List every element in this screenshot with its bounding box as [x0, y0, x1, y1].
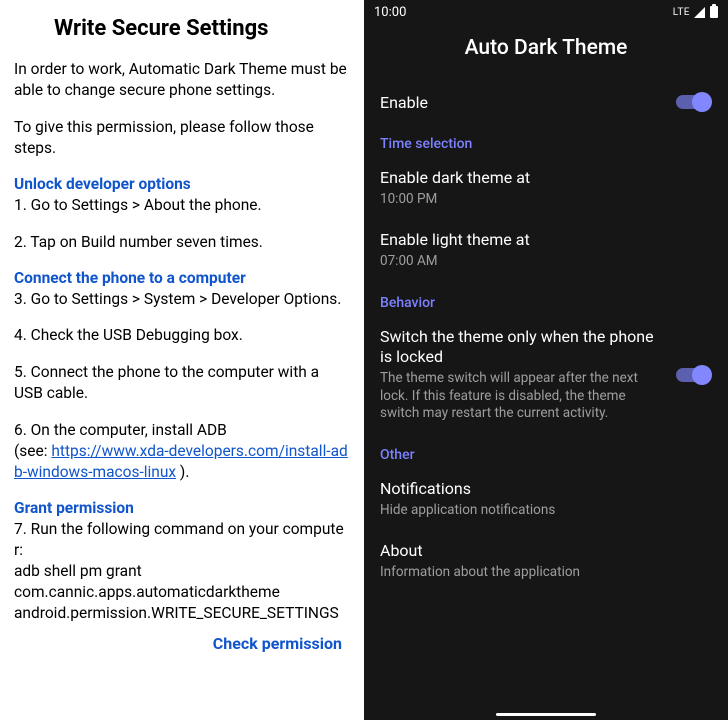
behavior-row[interactable]: Switch the theme only when the phone is … — [364, 317, 728, 435]
behavior-title: Switch the theme only when the phone is … — [380, 327, 668, 369]
step-6: 6. On the computer, install ADB (see: ht… — [14, 420, 350, 483]
step-2: 2. Tap on Build number seven times. — [14, 232, 350, 253]
page-title: Write Secure Settings — [54, 16, 350, 41]
about-title: About — [380, 541, 712, 562]
step-7-cmd1: adb shell pm grant — [14, 561, 350, 582]
toggle-thumb — [692, 365, 712, 385]
step-6-prefix: 6. On the computer, install ADB — [14, 421, 227, 439]
step-7-line1: 7. Run the following command on your com… — [14, 519, 350, 561]
step-7: 7. Run the following command on your com… — [14, 519, 350, 624]
behavior-sub: The theme switch will appear after the n… — [380, 370, 668, 423]
app-title: Auto Dark Theme — [364, 24, 728, 80]
step-6-see: (see: — [14, 442, 51, 460]
intro-text-1: In order to work, Automatic Dark Theme m… — [14, 59, 350, 101]
status-bar: 10:00 LTE — [364, 0, 728, 24]
heading-grant-permission: Grant permission — [14, 499, 350, 517]
battery-icon — [710, 6, 718, 18]
status-time: 10:00 — [374, 5, 406, 20]
step-1: 1. Go to Settings > About the phone. — [14, 195, 350, 216]
about-sub: Information about the application — [380, 564, 712, 582]
dark-theme-title: Enable dark theme at — [380, 168, 712, 189]
step-6-post: ). — [176, 463, 189, 481]
lte-indicator: LTE — [673, 7, 690, 18]
step-7-cmd3: android.permission.WRITE_SECURE_SETTINGS — [14, 603, 350, 624]
intro-text-2: To give this permission, please follow t… — [14, 117, 350, 159]
dark-theme-time: 10:00 PM — [380, 191, 712, 209]
notifications-sub: Hide application notifications — [380, 502, 712, 520]
about-row[interactable]: About Information about the application — [364, 531, 728, 593]
enable-row[interactable]: Enable — [364, 80, 728, 124]
enable-label: Enable — [380, 93, 428, 112]
step-4: 4. Check the USB Debugging box. — [14, 325, 350, 346]
enable-toggle[interactable] — [676, 92, 712, 112]
section-other: Other — [364, 435, 728, 469]
behavior-toggle[interactable] — [676, 365, 712, 385]
check-permission-button[interactable]: Check permission — [14, 628, 350, 653]
toggle-thumb — [692, 92, 712, 112]
section-behavior: Behavior — [364, 283, 728, 317]
gesture-nav-bar[interactable] — [496, 713, 596, 716]
heading-unlock-developer: Unlock developer options — [14, 175, 350, 193]
notifications-title: Notifications — [380, 479, 712, 500]
light-theme-title: Enable light theme at — [380, 230, 712, 251]
notifications-row[interactable]: Notifications Hide application notificat… — [364, 469, 728, 531]
heading-connect-computer: Connect the phone to a computer — [14, 269, 350, 287]
section-time-selection: Time selection — [364, 124, 728, 158]
signal-icon — [694, 7, 705, 18]
write-secure-settings-panel: Write Secure Settings In order to work, … — [0, 0, 364, 720]
step-5: 5. Connect the phone to the computer wit… — [14, 362, 350, 404]
auto-dark-theme-panel: 10:00 LTE Auto Dark Theme Enable Time se… — [364, 0, 728, 720]
step-3: 3. Go to Settings > System > Developer O… — [14, 289, 350, 310]
light-theme-time-row[interactable]: Enable light theme at 07:00 AM — [364, 220, 728, 282]
dark-theme-time-row[interactable]: Enable dark theme at 10:00 PM — [364, 158, 728, 220]
step-7-cmd2: com.cannic.apps.automaticdarktheme — [14, 582, 350, 603]
status-right: LTE — [673, 6, 718, 18]
light-theme-time: 07:00 AM — [380, 253, 712, 271]
